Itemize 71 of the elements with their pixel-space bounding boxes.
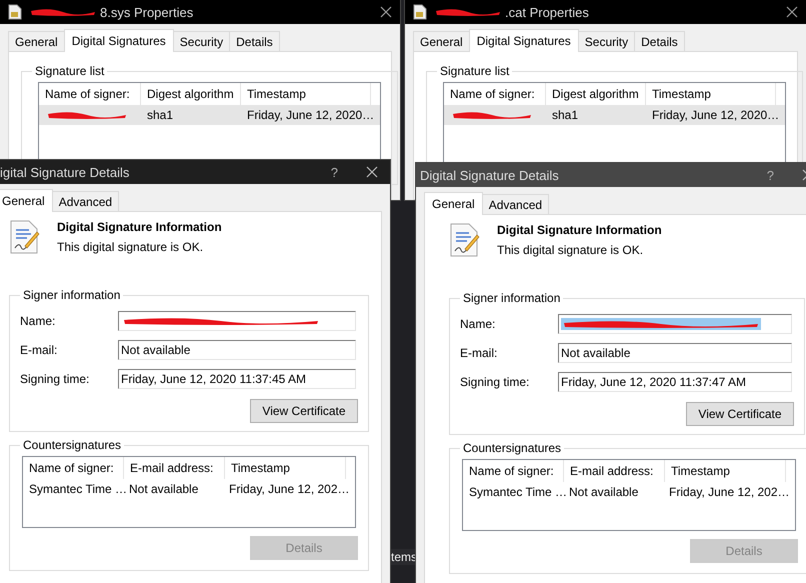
table-cell-text: Not available [568, 484, 640, 501]
tab[interactable]: Digital Signatures [468, 29, 579, 52]
window-title: .cat Properties [505, 4, 589, 20]
tab[interactable]: Advanced [52, 191, 120, 211]
table-cell-text: sha1 [146, 107, 174, 124]
file-icon [413, 4, 427, 20]
view-certificate-button[interactable]: View Certificate [686, 402, 794, 426]
text-field[interactable] [118, 310, 356, 330]
field-label: E-mail: [460, 346, 498, 360]
tab[interactable]: General [424, 192, 483, 215]
field-label: E-mail: [20, 342, 58, 356]
column-header[interactable]: Timestamp [665, 460, 786, 482]
signature-status: This digital signature is OK. [57, 240, 204, 254]
close-icon[interactable] [786, 6, 798, 18]
table-cell-text: Friday, June 12, 2020… [651, 107, 780, 124]
tab[interactable]: Security [172, 31, 230, 51]
field-value: Friday, June 12, 2020 11:37:47 AM [561, 374, 746, 388]
dialog-title: Digital Signature Details [420, 168, 559, 182]
table-cell-text: Not available [128, 481, 200, 498]
field-value: Not available [561, 346, 630, 360]
text-field[interactable]: Not available [118, 340, 356, 360]
close-icon[interactable] [366, 166, 378, 178]
text-field[interactable] [558, 314, 792, 334]
list-row[interactable]: sha1 Friday, June 12, 2020… [444, 105, 786, 125]
tab[interactable]: General [0, 189, 53, 212]
column-header[interactable]: Name of signer: [23, 457, 124, 479]
table-cell-text: sha1 [551, 107, 580, 124]
column-header[interactable]: Name of signer: [463, 460, 564, 482]
help-button[interactable]: ? [766, 168, 774, 182]
tab[interactable]: Details [229, 31, 280, 51]
field-label: Signing time: [460, 374, 530, 388]
group-label: Signature list [439, 64, 510, 78]
tab[interactable]: Details [634, 31, 685, 51]
group-label: Countersignatures [462, 441, 562, 455]
signed-document-icon [9, 220, 41, 254]
signed-document-icon [449, 223, 481, 257]
field-value: Not available [121, 342, 190, 356]
group-label: Signer information [22, 288, 122, 302]
signature-heading: Digital Signature Information [497, 223, 662, 237]
field-label: Name: [460, 316, 496, 330]
tab[interactable]: General [413, 31, 470, 51]
close-icon[interactable] [380, 6, 392, 18]
column-header[interactable]: E-mail address: [124, 457, 225, 479]
field-label: Name: [20, 314, 56, 328]
field-label: Signing time: [20, 372, 90, 386]
table-cell-text: Friday, June 12, 202… [228, 481, 351, 498]
signature-heading: Digital Signature Information [57, 220, 222, 234]
window-title: 8.sys Properties [100, 4, 194, 20]
file-icon [8, 4, 22, 20]
group-label: Countersignatures [22, 438, 122, 452]
table-cell-text: Symantec Time … [468, 484, 563, 501]
table-cell-text: Friday, June 12, 202… [668, 484, 791, 501]
signature-status: This digital signature is OK. [497, 243, 644, 257]
text-field[interactable]: Friday, June 12, 2020 11:37:47 AM [558, 372, 792, 392]
tab[interactable]: Security [578, 31, 636, 51]
group-label: Signer information [462, 291, 562, 305]
help-button[interactable]: ? [330, 164, 338, 180]
field-value: Friday, June 12, 2020 11:37:45 AM [121, 372, 306, 386]
text-field[interactable]: Not available [558, 342, 792, 362]
view-certificate-button[interactable]: View Certificate [250, 399, 358, 423]
tab[interactable]: Digital Signatures [64, 29, 174, 52]
text-field[interactable]: Friday, June 12, 2020 11:37:45 AM [118, 368, 356, 388]
column-header[interactable]: E-mail address: [564, 460, 665, 482]
table-cell-text: Friday, June 12, 2020… [246, 107, 376, 124]
tab[interactable]: Advanced [482, 194, 550, 214]
list-row[interactable]: sha1 Friday, June 12, 2020… [39, 105, 380, 125]
tab[interactable]: General [8, 31, 65, 51]
dialog-title: igital Signature Details [0, 164, 130, 180]
column-header[interactable]: Timestamp [225, 457, 346, 479]
table-cell-text: Symantec Time … [28, 481, 123, 498]
group-label: Signature list [34, 64, 106, 78]
